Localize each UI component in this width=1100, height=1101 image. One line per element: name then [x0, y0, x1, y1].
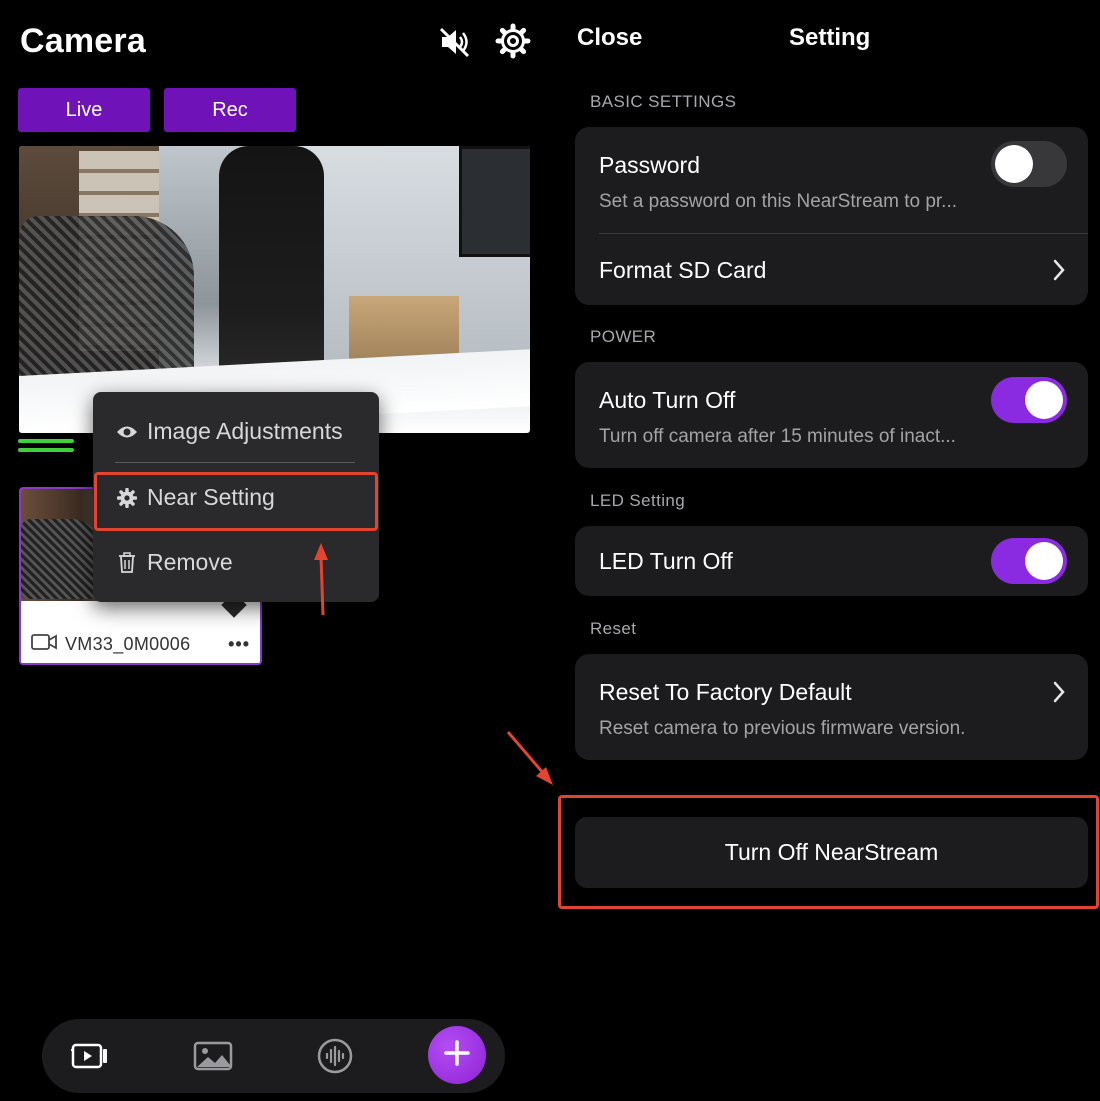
section-header-reset: Reset [590, 619, 637, 638]
chevron-right-icon [1053, 259, 1065, 281]
led-turn-off-toggle[interactable] [991, 538, 1067, 584]
section-header-power: POWER [590, 327, 657, 346]
led-card: LED Turn Off [575, 526, 1088, 596]
gallery-icon[interactable] [189, 1032, 237, 1080]
row-title: Password [599, 152, 700, 178]
add-button[interactable] [428, 1026, 486, 1084]
row-divider [599, 233, 1088, 234]
basic-settings-card: Password Set a password on this NearStre… [575, 127, 1088, 305]
row-subtitle: Turn off camera after 15 minutes of inac… [599, 426, 956, 447]
add-icon [442, 1038, 472, 1073]
close-button[interactable]: Close [577, 24, 642, 52]
section-header-led: LED Setting [590, 491, 686, 510]
video-library-icon[interactable] [66, 1032, 114, 1080]
power-card: Auto Turn Off Turn off camera after 15 m… [575, 362, 1088, 468]
reset-factory-card[interactable]: Reset To Factory Default Reset camera to… [575, 654, 1088, 760]
audio-icon[interactable] [311, 1032, 359, 1080]
toggle-knob [1025, 542, 1063, 580]
row-subtitle: Set a password on this NearStream to pr.… [599, 191, 958, 212]
format-sd-card-row[interactable]: Format SD Card [599, 257, 766, 284]
row-title: Reset To Factory Default [599, 679, 852, 705]
toggle-knob [1025, 381, 1063, 419]
password-toggle[interactable] [991, 141, 1067, 187]
settings-title: Setting [789, 24, 871, 51]
row-title: LED Turn Off [599, 548, 733, 574]
turn-off-nearstream-button[interactable]: Turn Off NearStream [575, 817, 1088, 888]
auto-turn-off-toggle[interactable] [991, 377, 1067, 423]
row-title: Auto Turn Off [599, 387, 736, 413]
row-subtitle: Reset camera to previous firmware versio… [599, 718, 966, 739]
toggle-knob [995, 145, 1033, 183]
chevron-right-icon [1053, 681, 1065, 703]
section-header-basic: BASIC SETTINGS [590, 92, 737, 111]
